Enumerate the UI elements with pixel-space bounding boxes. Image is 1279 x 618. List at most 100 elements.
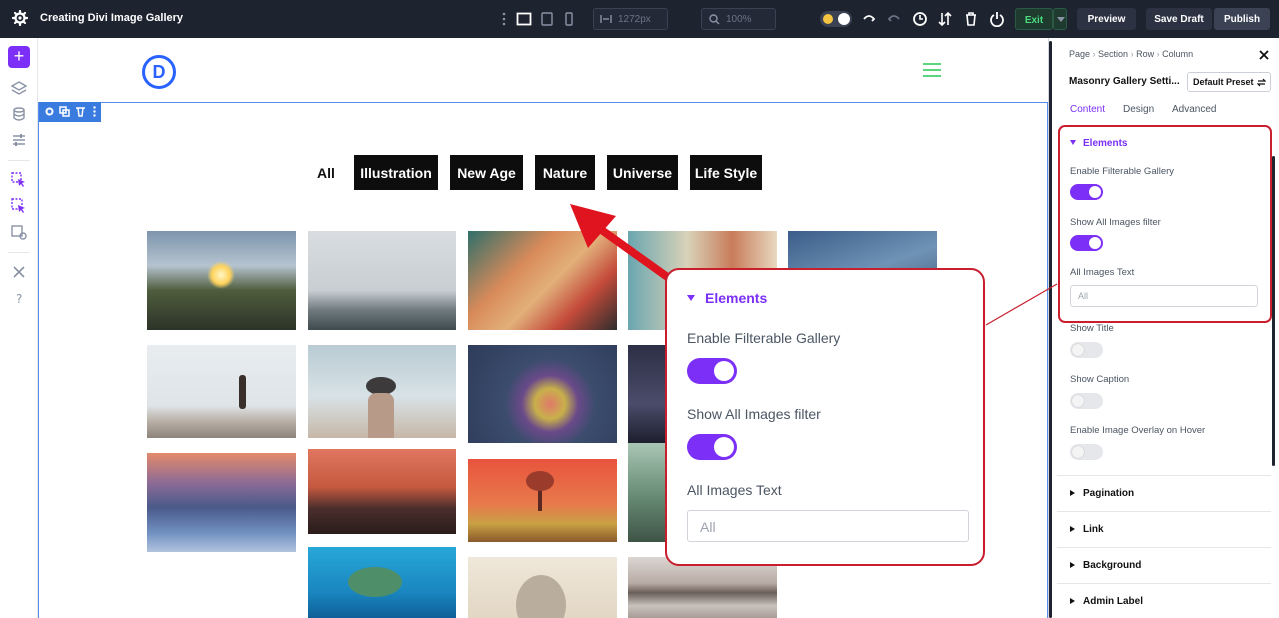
filter-all[interactable]: All	[311, 155, 341, 190]
preset-dropdown[interactable]: Default Preset	[1187, 72, 1271, 92]
tab-advanced[interactable]: Advanced	[1172, 104, 1216, 115]
group-background-label: Background	[1083, 560, 1142, 571]
gear-icon[interactable]	[44, 106, 55, 117]
tools-icon[interactable]	[11, 264, 27, 280]
callout-enable-filterable-label: Enable Filterable Gallery	[687, 330, 841, 346]
show-caption-toggle[interactable]	[1070, 393, 1103, 409]
gallery-image-frosted-forest[interactable]	[308, 231, 456, 330]
rail-divider	[8, 252, 30, 253]
gallery-image-lake-sunrise[interactable]	[147, 231, 296, 330]
page-width-value: 1272px	[618, 14, 651, 25]
breadcrumb-row[interactable]: Row	[1136, 49, 1154, 59]
filter-new-age[interactable]: New Age	[450, 155, 523, 190]
desktop-view-icon[interactable]	[516, 11, 532, 27]
add-module-button[interactable]: +	[8, 46, 30, 68]
image-overlay-label: Enable Image Overlay on Hover	[1070, 425, 1206, 436]
redo-icon[interactable]	[886, 11, 902, 27]
power-icon[interactable]	[989, 11, 1005, 27]
tab-content[interactable]: Content	[1070, 104, 1105, 115]
callout-all-images-text-input[interactable]: All	[687, 510, 969, 542]
save-draft-button[interactable]: Save Draft	[1146, 8, 1212, 30]
enable-filterable-toggle[interactable]	[1070, 184, 1103, 200]
multi-select-icon[interactable]	[11, 198, 27, 214]
breadcrumb-column[interactable]: Column	[1162, 49, 1193, 59]
theme-toggle[interactable]	[820, 11, 852, 27]
layers-icon[interactable]	[11, 80, 27, 96]
preset-label: Default Preset	[1193, 77, 1254, 87]
show-all-images-label: Show All Images filter	[1070, 217, 1161, 228]
rail-divider	[8, 160, 30, 161]
page-width-field[interactable]: 1272px	[593, 8, 668, 30]
elements-group-title: Elements	[1083, 138, 1128, 149]
breadcrumb-page[interactable]: Page	[1069, 49, 1090, 59]
filter-nature[interactable]: Nature	[535, 155, 595, 190]
exit-dropdown-button[interactable]	[1053, 8, 1067, 30]
callout-elements-heading-text: Elements	[705, 290, 768, 306]
trash-icon[interactable]	[963, 11, 979, 27]
gallery-image-sea-turtle[interactable]	[308, 547, 456, 618]
theme-toggle-knob	[838, 13, 850, 25]
group-link[interactable]: Link	[1057, 511, 1271, 547]
gallery-image-mountain-sunset[interactable]	[308, 449, 456, 534]
group-link-label: Link	[1083, 524, 1104, 535]
gear-icon[interactable]	[12, 10, 28, 26]
gallery-image-sunset-sky[interactable]	[147, 453, 296, 552]
callout-elements-heading: Elements	[687, 290, 767, 306]
group-admin-label[interactable]: Admin Label	[1057, 583, 1271, 618]
filter-illustration[interactable]: Illustration	[354, 155, 438, 190]
close-icon[interactable]	[1258, 49, 1270, 61]
group-pagination-label: Pagination	[1083, 488, 1135, 499]
duplicate-icon[interactable]	[59, 106, 70, 117]
more-vertical-icon[interactable]	[496, 11, 512, 27]
image-overlay-toggle[interactable]	[1070, 444, 1103, 460]
gallery-image-hummingbird-flowers[interactable]	[468, 345, 617, 443]
left-sidebar: + ?	[0, 38, 38, 618]
zoom-field[interactable]: 100%	[701, 8, 776, 30]
show-title-toggle[interactable]	[1070, 342, 1103, 358]
module-settings-title: Masonry Gallery Setti...	[1069, 76, 1180, 87]
gallery-image-beach-walker[interactable]	[147, 345, 296, 438]
sun-icon	[823, 14, 833, 24]
click-select-icon[interactable]	[11, 172, 27, 188]
group-background[interactable]: Background	[1057, 547, 1271, 583]
sliders-icon[interactable]	[11, 132, 27, 148]
page-settings-icon[interactable]	[11, 224, 27, 240]
help-icon[interactable]: ?	[11, 290, 27, 306]
database-icon[interactable]	[11, 106, 27, 122]
preview-button[interactable]: Preview	[1077, 8, 1136, 30]
gallery-image-speaker[interactable]	[468, 557, 617, 618]
trash-icon[interactable]	[75, 106, 86, 117]
gallery-image-mountain-reflection[interactable]	[628, 557, 777, 618]
zoom-value: 100%	[726, 14, 752, 25]
undo-icon[interactable]	[861, 11, 877, 27]
builder-canvas: D All Illustration New Age Nature Univer…	[38, 38, 1048, 618]
group-pagination[interactable]: Pagination	[1057, 475, 1271, 511]
sort-arrows-icon[interactable]	[937, 11, 953, 27]
breadcrumb-section[interactable]: Section	[1098, 49, 1128, 59]
phone-view-icon[interactable]	[561, 11, 577, 27]
site-logo[interactable]: D	[142, 55, 176, 89]
show-caption-label: Show Caption	[1070, 374, 1130, 385]
callout-enable-filterable-toggle[interactable]	[687, 358, 737, 384]
svg-text:?: ?	[16, 292, 22, 306]
elements-group-header[interactable]: Elements	[1070, 138, 1127, 149]
filter-universe[interactable]: Universe	[607, 155, 678, 190]
panel-scrollbar[interactable]	[1272, 156, 1275, 466]
publish-button[interactable]: Publish	[1214, 8, 1270, 30]
show-all-images-toggle[interactable]	[1070, 235, 1103, 251]
callout-all-images-text-label: All Images Text	[687, 482, 782, 498]
canvas-scrollbar[interactable]	[1049, 41, 1052, 618]
more-vertical-icon[interactable]	[89, 106, 100, 117]
tablet-view-icon[interactable]	[539, 11, 555, 27]
history-icon[interactable]	[912, 11, 928, 27]
page-title: Creating Divi Image Gallery	[40, 12, 184, 24]
all-images-text-label: All Images Text	[1070, 267, 1135, 278]
callout-show-all-toggle[interactable]	[687, 434, 737, 460]
filter-life-style[interactable]: Life Style	[690, 155, 762, 190]
exit-button[interactable]: Exit	[1015, 8, 1053, 30]
gallery-image-woman-hat[interactable]	[308, 345, 456, 438]
gallery-image-lone-tree[interactable]	[468, 459, 617, 542]
tab-design[interactable]: Design	[1123, 104, 1154, 115]
hamburger-menu-icon[interactable]	[923, 63, 941, 77]
all-images-text-input[interactable]: All	[1070, 285, 1258, 307]
